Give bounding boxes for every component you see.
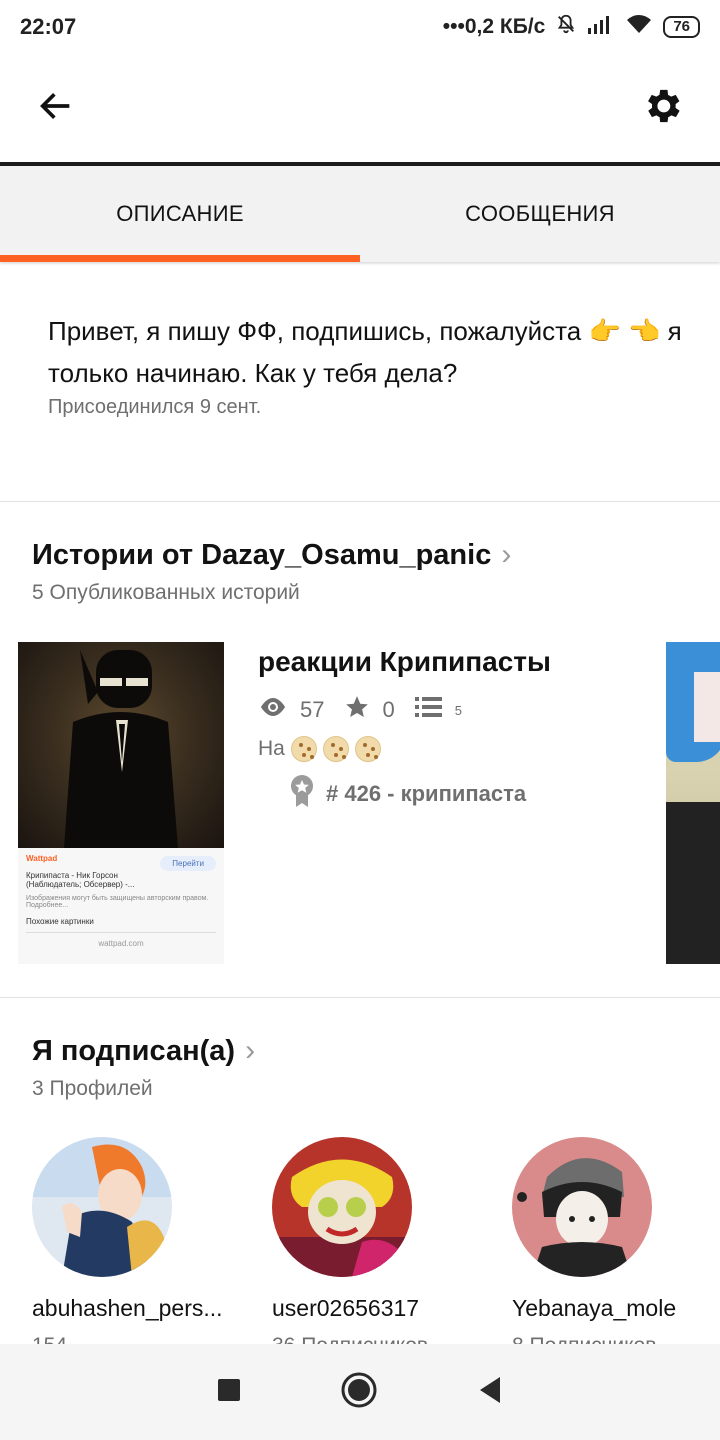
star-icon [344,694,370,726]
eye-icon [258,696,288,724]
story-on-row: На [258,736,381,762]
app-bar [0,54,720,162]
tab-messages[interactable]: СООБЩЕНИЯ [360,166,720,262]
profile-name: user02656317 [272,1295,420,1321]
signal-icon [587,13,615,41]
story-views: 57 [300,697,325,722]
battery-indicator: 76 [663,16,700,38]
cover-notice: Изображения могут быть защищены авторски… [26,895,209,909]
following-title: Я подписан(а) [32,1034,236,1067]
story-on-label: На [258,737,285,760]
cover-art [18,642,224,848]
profile-name: abuhashen_pers... [32,1295,223,1321]
story-votes: 0 [382,697,395,722]
home-icon[interactable] [340,1371,378,1414]
avatar [512,1137,652,1277]
cover-url: wattpad.com [26,932,216,948]
following-list: abuhashen_pers... 154 user02656317 36 По… [0,1137,720,1357]
story-title[interactable]: реакции Крипипасты [258,646,551,678]
recents-icon[interactable] [216,1377,242,1408]
stories-title: Истории от Dazay_Osamu_panic [32,538,492,571]
wifi-icon [625,13,653,41]
arrow-left-icon[interactable] [36,86,76,131]
bell-muted-icon [555,13,577,41]
about-section: Привет, я пишу ФФ, подпишись, пожалуйста… [48,310,688,419]
stories-header[interactable]: Истории от Dazay_Osamu_panic › [32,538,511,572]
list-icon [414,695,443,725]
gear-icon[interactable] [640,84,684,133]
following-header[interactable]: Я подписан(а) › [32,1034,255,1068]
system-nav-bar [0,1344,720,1440]
network-speed: •••0,2 КБ/с [442,15,546,38]
avatar [272,1137,412,1277]
cover-caption: Крипипаста - Ник Горсон (Наблюдатель; Об… [26,871,135,889]
tab-description[interactable]: ОПИСАНИЕ [0,166,360,262]
cookie-icon [290,736,317,762]
story-rank-text: # 426 - крипипаста [326,781,527,806]
story-cover[interactable]: Wattpad Перейти Крипипаста - Ник Горсон … [18,642,224,964]
stories-count: 5 Опубликованных историй [32,581,300,604]
profile-description: Привет, я пишу ФФ, подпишись, пожалуйста… [48,316,682,388]
cookie-icon [354,736,381,762]
chevron-right-icon: › [245,1034,256,1067]
avatar [32,1137,172,1277]
story-rank[interactable]: # 426 - крипипаста [288,774,526,814]
section-divider [0,501,720,502]
story-stats: 57 0 5 [258,694,462,726]
profile-card[interactable]: abuhashen_pers... 154 [32,1137,252,1358]
back-triangle-icon[interactable] [476,1375,504,1410]
following-count: 3 Профилей [32,1077,153,1100]
cover-go-button: Перейти [160,856,216,871]
profile-tabs: ОПИСАНИЕ СООБЩЕНИЯ [0,166,720,262]
next-story-cover[interactable] [666,642,720,964]
section-divider [0,997,720,998]
cover-screenshot: Wattpad Перейти Крипипаста - Ник Горсон … [18,848,224,964]
ribbon-icon [288,774,316,814]
status-indicators: •••0,2 КБ/с 76 [443,13,700,41]
profile-name: Yebanaya_mole [512,1295,677,1321]
joined-date: Присоединился 9 сент. [48,396,262,418]
cover-similar: Похожие картинки [26,917,94,926]
profile-card[interactable]: user02656317 36 Подписчиков [272,1137,492,1358]
story-parts: 5 [454,702,462,718]
profile-card[interactable]: Yebanaya_mole 8 Подписчиков [512,1137,720,1358]
cookie-icon [322,736,349,762]
status-time: 22:07 [20,14,77,39]
status-bar: 22:07 •••0,2 КБ/с 76 [0,0,720,54]
chevron-right-icon: › [501,538,512,571]
